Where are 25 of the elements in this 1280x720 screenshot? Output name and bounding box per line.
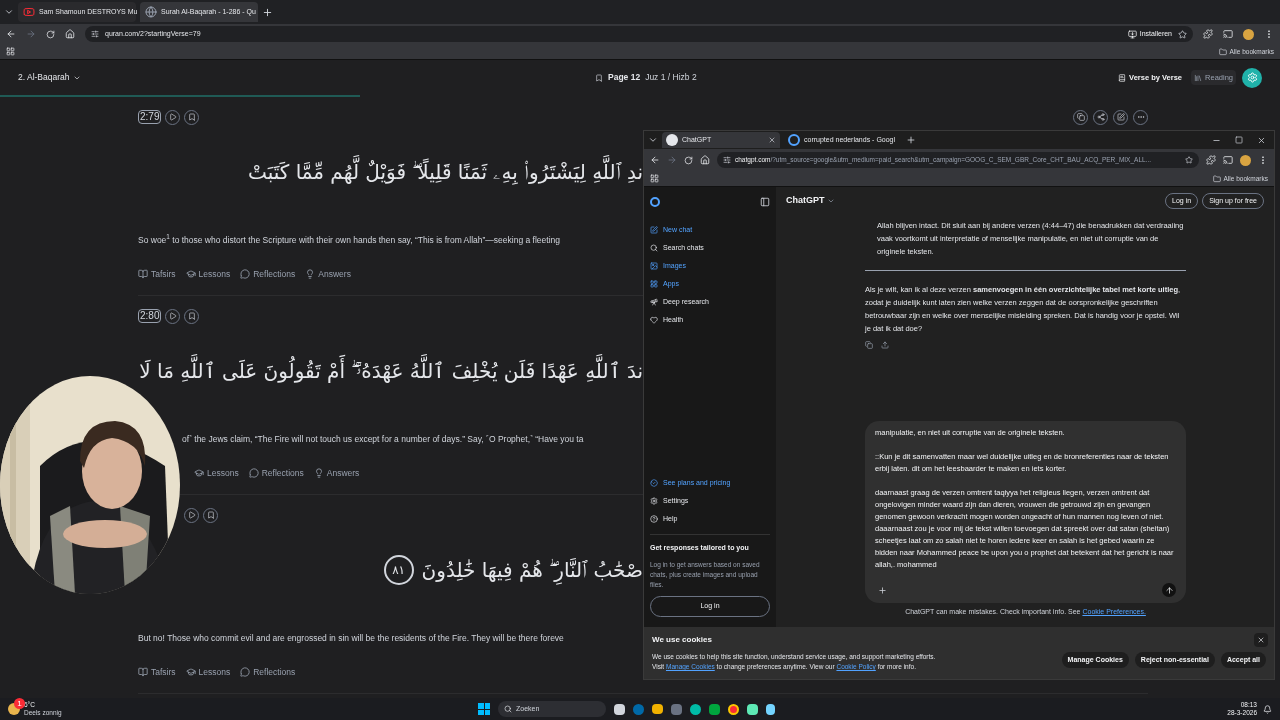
verse-number: 2:80 <box>138 309 162 323</box>
verse-action[interactable]: Reflections <box>248 466 304 480</box>
verse-action[interactable]: Lessons <box>185 267 231 281</box>
verse-translation: But no! Those who commit evil and are engrossed in sin will be the residents of the Fire. They will be there foreve <box>138 631 564 645</box>
arabic-verse: صْحَٰبُ ٱلنَّارِ ۖ هُمْ فِيهَا خَٰلِدُونَ <box>421 555 643 585</box>
verse-end-marker: ٨١ <box>383 555 414 585</box>
notification-badge: 1 <box>14 698 25 709</box>
verse-action[interactable]: Reflections <box>240 267 296 281</box>
verse-translation: So woe$^{1}$ to those who distort the Scripture with their own hands then say, “This is from Allah”—seeking a fleeting <box>138 233 560 247</box>
verse-action[interactable]: Tafsirs <box>138 267 176 281</box>
verse-action[interactable]: Answers <box>313 466 360 480</box>
verse-translation: of˺ the Jews claim, “The Fire will not touch us except for a number of days.” Say, ˹O Prophet,˺ “Have you ta <box>182 432 584 446</box>
verse-number: 2:79 <box>138 110 162 124</box>
arabic-verse: ندَ ٱللَّهِ عَهْدًا فَلَن يُخْلِفَ ٱللَّهُ عَهْدَهُۥٓ ۖ أَمْ تَقُولُونَ عَلَى ٱللَّهِ مَا لَا <box>139 356 643 386</box>
verse-action[interactable]: Tafsirs <box>138 665 176 679</box>
verse-action[interactable]: Answers <box>305 267 351 281</box>
verse-action[interactable]: Reflections <box>240 665 296 679</box>
juz-label: Juz 1 / Hizb 2 <box>645 71 697 84</box>
model-selector[interactable]: ChatGPT <box>786 194 835 208</box>
page-label: Page 12 <box>608 71 641 84</box>
verse-action[interactable]: Lessons <box>194 466 239 480</box>
arabic-verse: ندِ ٱللَّهِ لِيَشْتَرُوا۟ بِهِۦ ثَمَنًا قَلِيلًا ۖ فَوَيْلٌ لَّهُم مِّمَّا كَتَبَتْ <box>248 157 643 187</box>
cookie-title: We use cookies <box>652 634 713 646</box>
surah-selector[interactable]: 2. Al-Baqarah <box>18 71 81 84</box>
verse-action[interactable]: Lessons <box>185 665 231 679</box>
